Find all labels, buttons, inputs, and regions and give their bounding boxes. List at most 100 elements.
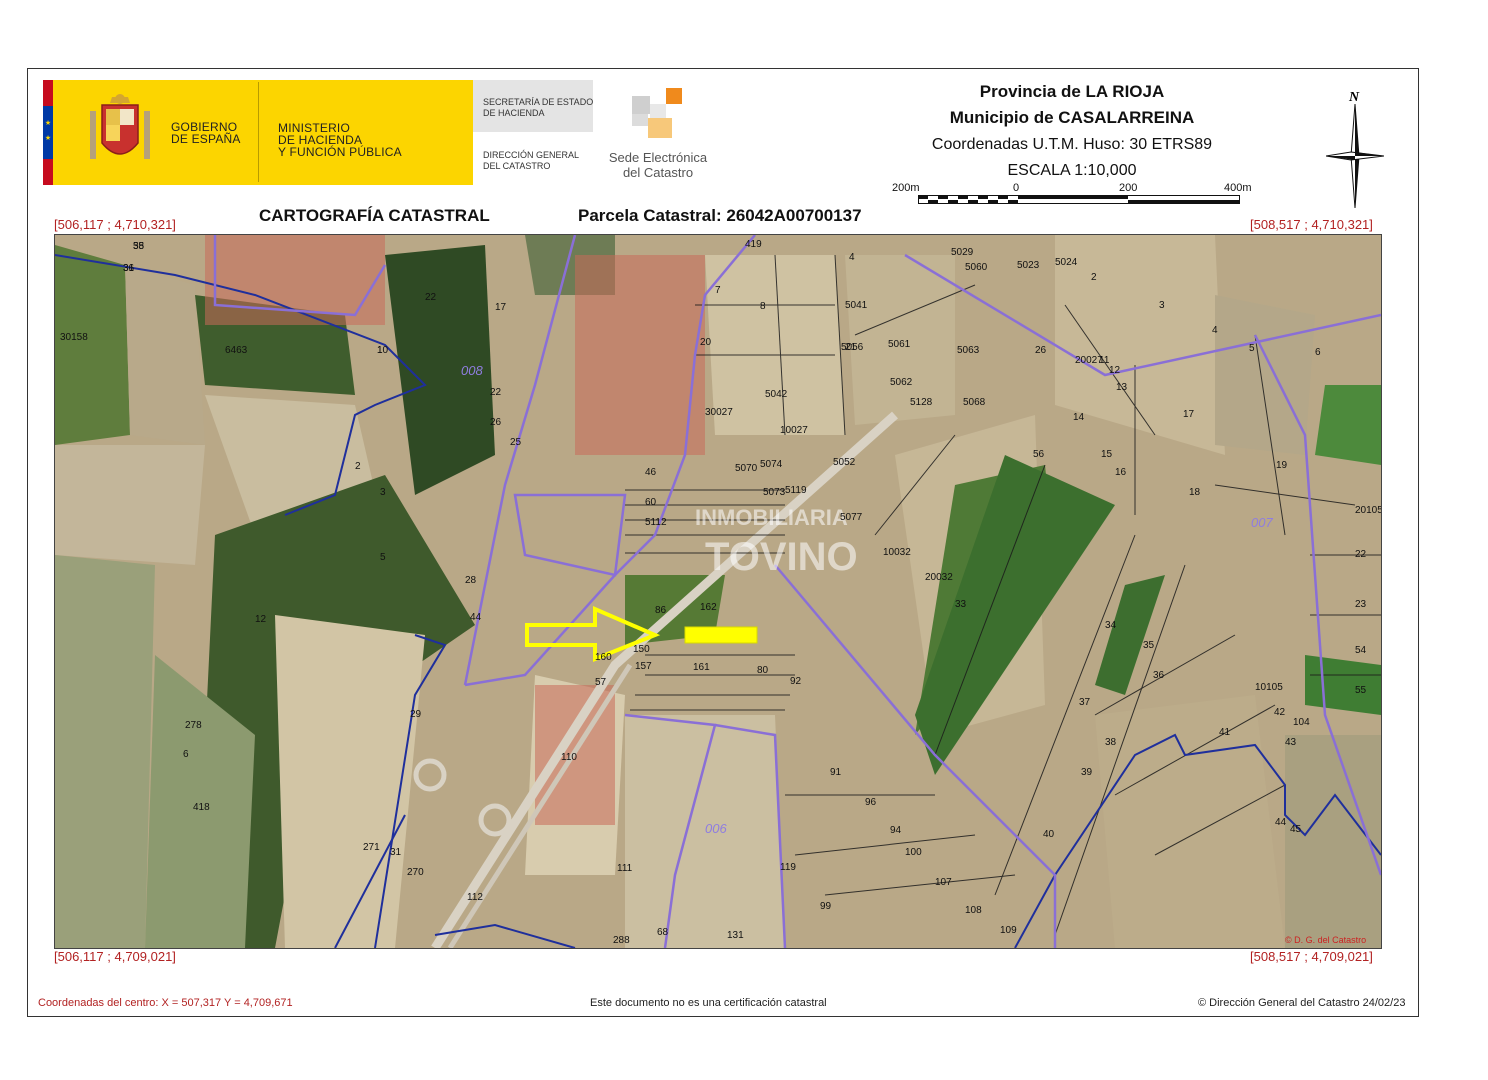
parcel-number-label: 99 bbox=[820, 901, 832, 912]
parcel-number-label: 22 bbox=[1355, 549, 1367, 560]
parcel-number-label: 31 bbox=[123, 263, 135, 274]
parcel-number-label: 5119 bbox=[785, 485, 807, 496]
parcel-number-label: 150 bbox=[633, 644, 650, 655]
parcel-number-label: 44 bbox=[470, 612, 482, 623]
map-copyright: © D. G. del Catastro bbox=[1285, 935, 1366, 945]
center-coordinates: Coordenadas del centro: X = 507,317 Y = … bbox=[38, 997, 293, 1009]
parcel-number-label: 1 bbox=[377, 345, 383, 356]
parcel-number-label: 110 bbox=[561, 752, 577, 763]
parcel-number-label: 38 bbox=[1105, 737, 1117, 748]
parcel-number-label: 5060 bbox=[965, 262, 988, 273]
parcel-number-label: 160 bbox=[595, 652, 612, 663]
parcel-number-label: 5073 bbox=[763, 487, 786, 498]
map-canvas[interactable]: 008 007 006 INMOBILIARIA TOVINO 35361022… bbox=[55, 235, 1381, 948]
corner-top-left: [506,117 ; 4,710,321] bbox=[54, 217, 176, 232]
parcel-number-label: 30158 bbox=[60, 332, 88, 343]
parcel-number-label: 86 bbox=[655, 605, 667, 616]
parcel-number-label: 108 bbox=[965, 905, 982, 916]
parcel-number-label: 57 bbox=[595, 677, 607, 688]
parcel-number-label: 20032 bbox=[925, 572, 953, 583]
polygon-label: 006 bbox=[705, 821, 727, 836]
parcel-number-label: 41 bbox=[1219, 727, 1231, 738]
parcel-number-label: 3 bbox=[380, 487, 386, 498]
parcel-number-label: 270 bbox=[407, 867, 424, 878]
parcel-number-label: 39 bbox=[1081, 767, 1093, 778]
parcel-number-label: 17 bbox=[1183, 409, 1195, 420]
polygon-label: 007 bbox=[1251, 515, 1273, 530]
parcel-number-label: 278 bbox=[185, 720, 202, 731]
corner-bottom-left: [506,117 ; 4,709,021] bbox=[54, 949, 176, 964]
parcel-number-label: 5 bbox=[380, 552, 386, 563]
parcel-number-label: 5112 bbox=[645, 517, 667, 528]
parcel-number-label: 5024 bbox=[1055, 257, 1078, 268]
parcel-number-label: 10032 bbox=[883, 547, 911, 558]
coordinate-system-label: Coordenadas U.T.M. Huso: 30 ETRS89 bbox=[931, 136, 1213, 153]
parcel-number-label: 5042 bbox=[765, 389, 788, 400]
parcel-number-label: 31 bbox=[390, 847, 402, 858]
parcel-number-label: 45 bbox=[1290, 824, 1302, 835]
cadastral-map[interactable]: 008 007 006 INMOBILIARIA TOVINO 35 36 10 22… bbox=[54, 234, 1382, 949]
scale-bar bbox=[918, 195, 1240, 204]
parcel-number-label: 10027 bbox=[780, 425, 808, 436]
parcel-number-label: 5128 bbox=[910, 397, 933, 408]
parcel-number-label: 14 bbox=[1073, 412, 1085, 423]
parcel-number-label: 100 bbox=[905, 847, 922, 858]
parcela-catastral-label: Parcela Catastral: 26042A00700137 bbox=[578, 206, 862, 225]
parcel-number-label: 162 bbox=[700, 602, 717, 613]
parcel-number-label: 18 bbox=[1189, 487, 1201, 498]
parcel-number-label: 15 bbox=[1101, 449, 1113, 460]
scale-bar-label-0: 0 bbox=[1013, 182, 1020, 194]
direccion-text: DIRECCIÓN GENERAL DEL CATASTRO bbox=[483, 150, 580, 171]
parcel-number-label: 22 bbox=[490, 387, 502, 398]
parcel-number-label: 157 bbox=[635, 661, 652, 672]
parcel-number-label: 33 bbox=[955, 599, 967, 610]
parcel-number-label: 5062 bbox=[890, 377, 913, 388]
parcel-number-label: 54 bbox=[1355, 645, 1367, 656]
cartografia-title: CARTOGRAFÍA CATASTRAL bbox=[259, 206, 490, 225]
secretaria-text: SECRETARÍA DE ESTADO DE HACIENDA bbox=[483, 97, 594, 118]
parcel-number-label: 20105 bbox=[1355, 505, 1381, 516]
parcel-number-label: 80 bbox=[757, 665, 769, 676]
parcel-number-label: 23 bbox=[1355, 599, 1367, 610]
logo-divider bbox=[258, 82, 259, 182]
parcel-number-label: 5041 bbox=[845, 300, 868, 311]
north-arrow-icon bbox=[1326, 104, 1384, 208]
certification-note: Este documento no es una certificación c… bbox=[590, 997, 827, 1009]
parcel-number-label: 5074 bbox=[760, 459, 783, 470]
parcel-number-label: 7 bbox=[715, 285, 721, 296]
parcel-number-label: 17 bbox=[495, 302, 507, 313]
ministerio-text: MINISTERIO DE HACIENDA Y FUNCIÓN PÚBLICA bbox=[278, 121, 402, 159]
parcel-number-label: 104 bbox=[1293, 717, 1310, 728]
svg-text:★: ★ bbox=[45, 119, 51, 127]
parcel-number-label: 10105 bbox=[1255, 682, 1283, 693]
parcel-number-label: 26 bbox=[490, 417, 502, 428]
parcel-number-label: 107 bbox=[935, 877, 952, 888]
sede-electronica-text: Sede Electrónica del Catastro bbox=[608, 150, 708, 180]
parcel-number-label: 91 bbox=[830, 767, 842, 778]
parcel-number-label: 5063 bbox=[957, 345, 980, 356]
parcel-number-label: 13 bbox=[1116, 382, 1128, 393]
parcel-number-label: 419 bbox=[745, 239, 762, 250]
parcel-number-label: 2 bbox=[1091, 272, 1097, 283]
parcel-number-label: 43 bbox=[1285, 737, 1297, 748]
parcel-number-label: 94 bbox=[890, 825, 902, 836]
parcel-number-label: 5068 bbox=[963, 397, 986, 408]
scale-bar-label-200m-left: 200m bbox=[892, 182, 920, 194]
parcel-number-label: 22 bbox=[425, 292, 437, 303]
parcel-number-label: 34 bbox=[1105, 620, 1117, 631]
parcel-number-label: 26 bbox=[1035, 345, 1047, 356]
sede-electronica-logo-icon bbox=[632, 88, 682, 138]
parcel-number-label: 5 bbox=[1249, 343, 1255, 354]
parcel-number-label: 44 bbox=[1275, 817, 1287, 828]
parcel-number-label: 6463 bbox=[225, 345, 248, 356]
parcel-number-label: 92 bbox=[790, 676, 802, 687]
gobierno-text: GOBIERNO DE ESPAÑA bbox=[171, 120, 241, 146]
parcel-number-label: 8 bbox=[760, 301, 766, 312]
parcel-number-label: 6 bbox=[183, 749, 189, 760]
parcel-number-label: 37 bbox=[1079, 697, 1091, 708]
svg-text:★: ★ bbox=[45, 134, 51, 142]
provincia-title: Provincia de LA RIOJA bbox=[979, 82, 1165, 101]
highlighted-parcel[interactable] bbox=[684, 626, 758, 644]
parcel-number-label: 5070 bbox=[735, 463, 758, 474]
parcel-number-label: 25 bbox=[510, 437, 522, 448]
